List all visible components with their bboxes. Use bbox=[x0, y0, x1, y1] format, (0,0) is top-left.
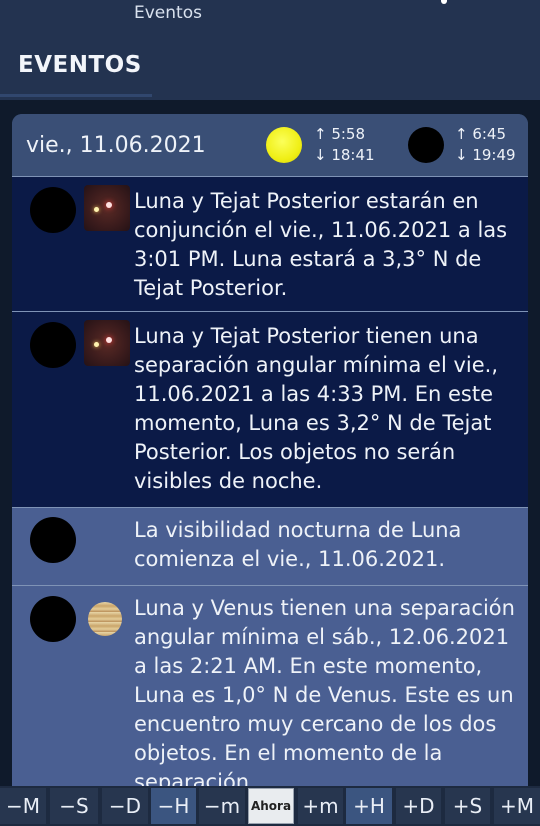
minus-day-button[interactable]: −D bbox=[102, 788, 148, 824]
tab-indicator bbox=[0, 94, 152, 97]
moon-icon bbox=[30, 322, 76, 368]
event-item[interactable]: Luna y Tejat Posterior tienen una separa… bbox=[12, 311, 528, 508]
event-item[interactable]: Luna y Tejat Posterior estarán en conjun… bbox=[12, 176, 528, 312]
event-text: Luna y Venus tienen una separación angul… bbox=[134, 596, 515, 794]
now-button[interactable]: Ahora bbox=[248, 788, 294, 824]
minus-minute-button[interactable]: −m bbox=[199, 788, 245, 824]
time-step-toolbar: −M −S −D −H −m Ahora +m +H +D +S +M bbox=[0, 786, 540, 826]
plus-second-button[interactable]: +S bbox=[445, 788, 490, 824]
sun-times: ↑ 5:58 ↓ 18:41 bbox=[314, 124, 375, 166]
day-date: vie., 11.06.2021 bbox=[26, 133, 206, 158]
status-bar: Eventos bbox=[0, 0, 540, 30]
notification-dot bbox=[441, 0, 447, 4]
page-title: EVENTOS bbox=[18, 52, 142, 78]
day-header: vie., 11.06.2021 ↑ 5:58 ↓ 18:41 ↑ 6:45 ↓… bbox=[12, 114, 528, 176]
event-text: Luna y Tejat Posterior estarán en conjun… bbox=[134, 189, 508, 300]
sunrise-time: ↑ 5:58 bbox=[314, 125, 366, 143]
event-text: La visibilidad nocturna de Luna comienza… bbox=[134, 518, 462, 571]
status-title: Eventos bbox=[134, 3, 202, 23]
event-item[interactable]: La visibilidad nocturna de Luna comienza… bbox=[12, 507, 528, 586]
star-thumbnail-icon bbox=[84, 320, 130, 366]
plus-hour-button[interactable]: +H bbox=[346, 788, 392, 824]
sunset-time: ↓ 18:41 bbox=[314, 146, 375, 164]
moonrise-time: ↑ 6:45 bbox=[455, 125, 507, 143]
plus-day-button[interactable]: +D bbox=[396, 788, 441, 824]
moonset-time: ↓ 19:49 bbox=[455, 146, 516, 164]
moon-icon bbox=[30, 596, 76, 642]
plus-minute-button[interactable]: +m bbox=[298, 788, 343, 824]
venus-icon bbox=[88, 602, 122, 636]
event-item[interactable]: Luna y Venus tienen una separación angul… bbox=[12, 585, 528, 794]
moon-icon bbox=[408, 127, 444, 163]
minus-second-button[interactable]: −S bbox=[50, 788, 98, 824]
moon-icon bbox=[30, 187, 76, 233]
day-card: vie., 11.06.2021 ↑ 5:58 ↓ 18:41 ↑ 6:45 ↓… bbox=[12, 114, 528, 794]
sun-icon bbox=[266, 127, 302, 163]
star-thumbnail-icon bbox=[84, 185, 130, 231]
app-bar: EVENTOS bbox=[0, 30, 540, 100]
moon-times: ↑ 6:45 ↓ 19:49 bbox=[455, 124, 516, 166]
event-text: Luna y Tejat Posterior tienen una separa… bbox=[134, 324, 499, 493]
minus-hour-button[interactable]: −H bbox=[151, 788, 196, 824]
plus-month-button[interactable]: +M bbox=[494, 788, 540, 824]
minus-month-button[interactable]: −M bbox=[0, 788, 46, 824]
moon-icon bbox=[30, 517, 76, 563]
